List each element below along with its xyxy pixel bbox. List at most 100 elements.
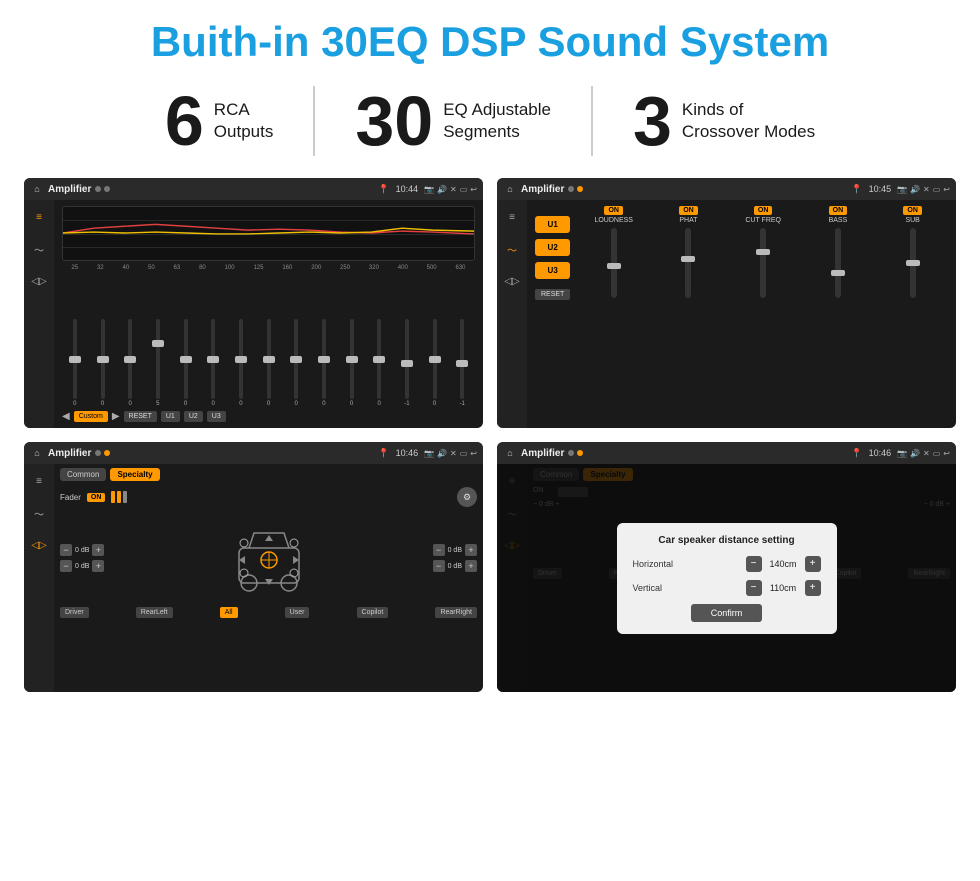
stat-crossover-number: 3 [633,86,672,156]
stat-crossover-label: Kinds of Crossover Modes [682,99,815,143]
topbar-icons-3: 📷 🔊 ✕ ▭ ↩ [424,449,477,458]
bass-slider[interactable] [835,228,841,298]
eq-u3-btn[interactable]: U3 [207,411,226,422]
volume-icon-4: 🔊 [910,449,920,458]
all-btn[interactable]: All [220,607,238,618]
dot-6 [104,450,110,456]
cross-sidebar-2[interactable]: 〜 [503,240,521,258]
home-icon[interactable]: ⌂ [30,182,44,196]
fader-row: Fader ON ⚙ [60,487,477,507]
dialog-overlay: Car speaker distance setting Horizontal … [497,464,956,692]
vol-val-4: 0 dB [448,563,462,570]
eq-slider-8: 0 [256,319,282,407]
eq-sidebar-icon-2[interactable]: 〜 [30,240,48,258]
on-badge-phat: ON [679,206,698,215]
vol-minus-3[interactable]: − [433,544,445,556]
eq-slider-9: 0 [283,319,309,407]
eq-sidebar-icon-3[interactable]: ◁▷ [30,272,48,290]
vertical-value: 110cm [766,583,801,593]
rearright-btn[interactable]: RearRight [435,607,477,618]
cutfreq-slider[interactable] [760,228,766,298]
vol-plus-3[interactable]: + [465,544,477,556]
driver-btn[interactable]: Driver [60,607,89,618]
u1-button[interactable]: U1 [535,216,570,233]
fader-label: Fader [60,493,81,502]
dialog-title: Car speaker distance setting [633,535,821,546]
rearleft-btn[interactable]: RearLeft [136,607,173,618]
loudness-slider[interactable] [611,228,617,298]
back-icon-3: ↩ [470,449,477,458]
vol-plus-4[interactable]: + [465,560,477,572]
vol-plus-1[interactable]: + [92,544,104,556]
minimize-icon: ▭ [460,185,468,194]
user-btn[interactable]: User [285,607,310,618]
camera-icon-4: 📷 [897,449,907,458]
back-icon: ↩ [470,185,477,194]
fader-sidebar-3[interactable]: ◁▷ [30,536,48,554]
vertical-minus-btn[interactable]: − [746,580,762,596]
loudness-label: LOUDNESS [594,217,633,224]
cross-col-sub: ON SUB [877,206,948,422]
screen-cross-time: 📍 10:45 📷 🔊 ✕ ▭ ↩ [851,184,950,195]
screen-eq-sidebar: ≡ 〜 ◁▷ [24,200,54,428]
vol-minus-4[interactable]: − [433,560,445,572]
eq-prev-icon[interactable]: ◀ [62,411,70,422]
screen-crossover: ⌂ Amplifier 📍 10:45 📷 🔊 ✕ ▭ ↩ ≡ [497,178,956,428]
vertical-plus-btn[interactable]: + [805,580,821,596]
cross-sidebar-1[interactable]: ≡ [503,208,521,226]
cross-col-phat: ON PHAT [653,206,724,422]
settings-icon[interactable]: ⚙ [457,487,477,507]
eq-u2-btn[interactable]: U2 [184,411,203,422]
eq-main-area: 2532405063 80100125160200 25032040050063… [54,200,483,428]
stat-rca-number: 6 [165,86,204,156]
horizontal-plus-btn[interactable]: + [805,556,821,572]
horizontal-minus-btn[interactable]: − [746,556,762,572]
eq-slider-4: 5 [145,319,171,407]
specialty-tab[interactable]: Specialty [110,468,159,481]
screen-fader-sidebar: ≡ 〜 ◁▷ [24,464,54,692]
sub-label: SUB [905,217,919,224]
dot-7 [568,450,574,456]
eq-slider-2: 0 [90,319,116,407]
vol-row-2: − 0 dB + [60,560,104,572]
u2-button[interactable]: U2 [535,239,570,256]
dialog-confirm-row: Confirm [633,604,821,622]
copilot-btn[interactable]: Copilot [357,607,389,618]
screen-dialog-topbar: ⌂ Amplifier 📍 10:46 📷 🔊 ✕ ▭ ↩ [497,442,956,464]
close-icon-2: ✕ [923,185,930,194]
stat-eq-number: 30 [355,86,433,156]
eq-u1-btn[interactable]: U1 [161,411,180,422]
cross-reset-btn[interactable]: RESET [535,289,570,300]
eq-next-icon[interactable]: ▶ [112,411,120,422]
home-icon-3[interactable]: ⌂ [30,446,44,460]
vol-minus-1[interactable]: − [60,544,72,556]
eq-sidebar-icon-1[interactable]: ≡ [30,208,48,226]
eq-reset-btn[interactable]: RESET [124,411,157,422]
common-tab[interactable]: Common [60,468,106,481]
screen-eq-title: Amplifier [48,184,91,195]
vol-minus-2[interactable]: − [60,560,72,572]
stats-row: 6 RCA Outputs 30 EQ Adjustable Segments … [0,76,980,170]
stat-rca: 6 RCA Outputs [125,86,313,156]
fader-sidebar-2[interactable]: 〜 [30,504,48,522]
home-icon-4[interactable]: ⌂ [503,446,517,460]
eq-freq-labels: 2532405063 80100125160200 25032040050063… [62,265,475,271]
common-main-area: Common Specialty Fader ON ⚙ [54,464,483,692]
vertical-label: Vertical [633,583,663,593]
cross-col-cutfreq: ON CUT FREQ [728,206,799,422]
cross-sidebar-3[interactable]: ◁▷ [503,272,521,290]
vol-plus-2[interactable]: + [92,560,104,572]
dot-5 [95,450,101,456]
fader-bar-1 [111,491,115,503]
speaker-grid: − 0 dB + − 0 dB + [60,513,477,603]
eq-slider-13: -1 [394,319,420,407]
u3-button[interactable]: U3 [535,262,570,279]
eq-custom-btn[interactable]: Custom [74,411,108,422]
on-badge-bass: ON [829,206,848,215]
phat-slider[interactable] [685,228,691,298]
confirm-button[interactable]: Confirm [691,604,763,622]
bottom-labels-fader: Driver RearLeft All User Copilot RearRig… [60,607,477,618]
sub-slider[interactable] [910,228,916,298]
fader-sidebar-1[interactable]: ≡ [30,472,48,490]
home-icon-2[interactable]: ⌂ [503,182,517,196]
